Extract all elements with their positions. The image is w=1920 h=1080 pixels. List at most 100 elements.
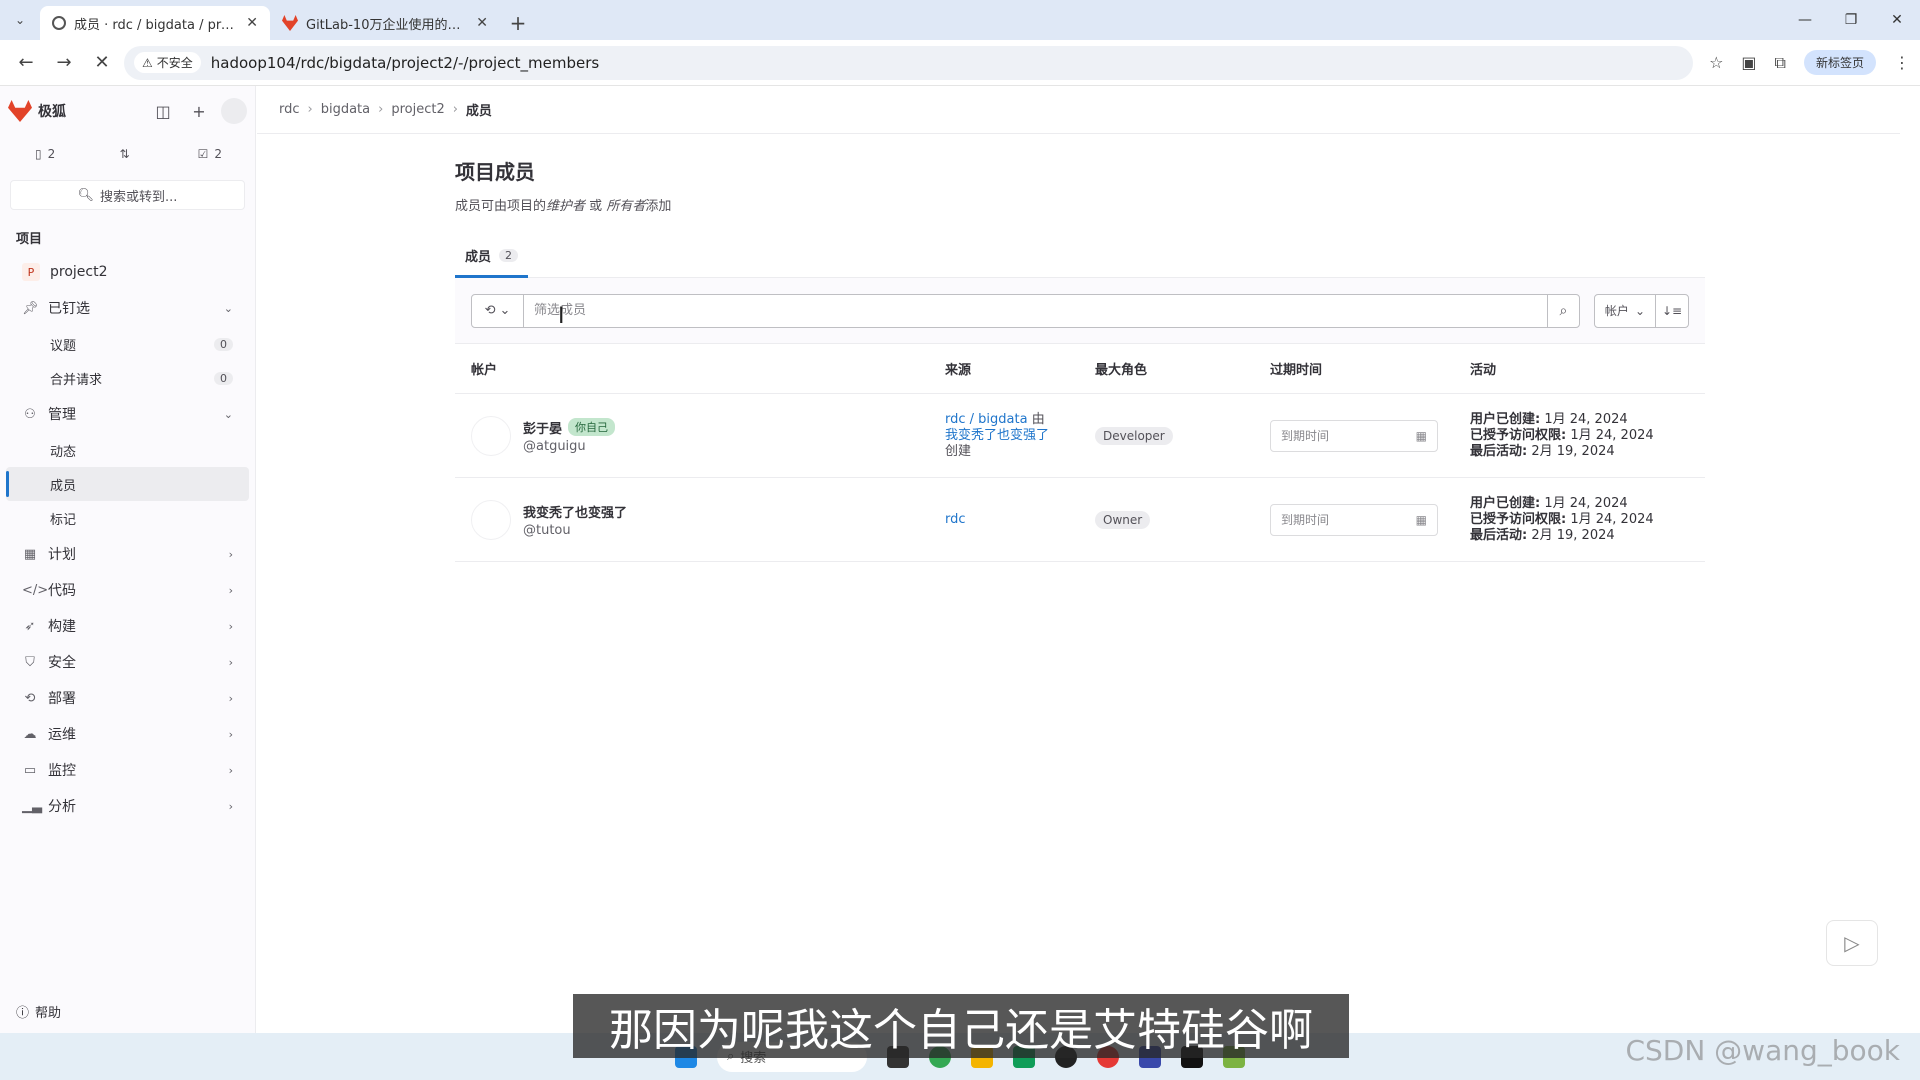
url-text: hadoop104/rdc/bigdata/project2/-/project… bbox=[210, 53, 600, 72]
close-tab-icon[interactable]: ✕ bbox=[476, 15, 488, 31]
gitlab-favicon-icon bbox=[282, 15, 298, 31]
source-group-link[interactable]: rdc bbox=[945, 512, 1095, 528]
new-tab-button[interactable]: + bbox=[500, 6, 536, 40]
members-page: 项目成员 成员可由项目的维护者 或 所有者添加 成员 2 ⟲ ⌄ ⌕ bbox=[455, 156, 1705, 562]
source-group-link[interactable]: rdc / bigdata bbox=[945, 412, 1028, 427]
sidebar-item-manage[interactable]: ⚇ 管理 ⌄ bbox=[6, 397, 249, 431]
help-button[interactable]: ⓘ 帮助 bbox=[16, 1002, 61, 1021]
loading-icon bbox=[52, 16, 66, 30]
table-row: 彭于晏 你自己 @atguigu rdc / bigdata 由 我变秃了也变强… bbox=[455, 394, 1705, 478]
sort-field-dropdown[interactable]: 帐户 ⌄ bbox=[1595, 294, 1656, 327]
close-tab-icon[interactable]: ✕ bbox=[246, 15, 258, 31]
collapse-sidebar-icon[interactable]: ◫ bbox=[149, 97, 177, 125]
forward-icon[interactable]: → bbox=[48, 47, 80, 79]
sidebar-item-pinned[interactable]: 📌︎ 已钉选 ⌄ bbox=[6, 291, 249, 325]
insecure-badge[interactable]: ⚠ 不安全 bbox=[134, 52, 201, 73]
count-badge: 0 bbox=[214, 337, 233, 351]
role-badge: Owner bbox=[1095, 510, 1151, 529]
pin-icon: 📌︎ bbox=[22, 300, 39, 316]
cloud-icon: ☁ bbox=[23, 726, 37, 742]
video-subtitle: 那因为呢我这个自己还是艾特硅谷啊 bbox=[573, 994, 1349, 1058]
filter-bar: ⟲ ⌄ ⌕ 帐户 ⌄ ↓≡ bbox=[455, 278, 1705, 344]
browser-menu-icon[interactable]: ⋮ bbox=[1894, 53, 1910, 72]
column-header-account: 帐户 bbox=[471, 363, 498, 378]
profile-button[interactable]: 新标签页 bbox=[1803, 50, 1876, 75]
column-header-max-role: 最大角色 bbox=[1095, 363, 1148, 378]
tab-list-dropdown[interactable]: ⌄ bbox=[0, 0, 40, 40]
breadcrumb-item-bigdata[interactable]: bigdata bbox=[321, 102, 370, 117]
member-activity: 用户已创建: 1月 24, 2024 已授予访问权限: 1月 24, 2024 … bbox=[1470, 495, 1654, 543]
sort-direction-button[interactable]: ↓≡ bbox=[1656, 295, 1688, 327]
user-avatar[interactable] bbox=[221, 98, 247, 124]
chevron-down-icon: ⌄ bbox=[223, 407, 233, 421]
breadcrumb: rdc › bigdata › project2 › 成员 bbox=[257, 86, 1900, 134]
page-subtitle: 成员可由项目的维护者 或 所有者添加 bbox=[455, 199, 672, 214]
url-field[interactable]: ⚠ 不安全 hadoop104/rdc/bigdata/project2/-/pr… bbox=[124, 45, 1694, 80]
expiration-date-input[interactable]: 到期时间 ▦ bbox=[1270, 419, 1438, 452]
breadcrumb-separator-icon: › bbox=[307, 102, 313, 117]
sidepanel-icon[interactable]: ▣ bbox=[1741, 53, 1756, 72]
tab-members[interactable]: 成员 2 bbox=[455, 236, 529, 278]
members-table-header: 帐户 来源 最大角色 过期时间 活动 bbox=[455, 344, 1705, 394]
sidebar-item-issues[interactable]: 议题 0 bbox=[6, 327, 249, 361]
breadcrumb-item-rdc[interactable]: rdc bbox=[279, 102, 300, 117]
member-name[interactable]: 我变秃了也变强了 bbox=[523, 502, 627, 521]
chevron-right-icon: › bbox=[228, 691, 233, 705]
sidebar-item-deploy[interactable]: ⟲ 部署 › bbox=[6, 681, 249, 715]
create-new-icon[interactable]: + bbox=[185, 97, 213, 125]
tab-title: 成员 · rdc / bigdata / project bbox=[74, 17, 239, 33]
sidebar-project-link[interactable]: P project2 bbox=[6, 255, 249, 289]
extensions-icon[interactable]: ⧉ bbox=[1775, 53, 1786, 73]
sidebar-item-labels[interactable]: 标记 bbox=[6, 501, 249, 535]
minimize-icon[interactable]: — bbox=[1782, 0, 1828, 40]
sidebar-item-merge-requests[interactable]: 合并请求 0 bbox=[6, 361, 249, 395]
fox-logo-icon bbox=[8, 100, 32, 122]
member-avatar[interactable] bbox=[471, 499, 511, 540]
chevron-down-icon: ⌄ bbox=[1634, 303, 1645, 318]
sidebar-item-security[interactable]: ⛉ 安全 › bbox=[6, 645, 249, 679]
breadcrumb-item-members[interactable]: 成员 bbox=[466, 100, 492, 119]
issues-icon: ▯ bbox=[35, 147, 42, 161]
source-inviter-link[interactable]: 我变秃了也变强了 bbox=[945, 428, 1095, 444]
search-history-button[interactable]: ⟲ ⌄ bbox=[472, 294, 524, 327]
sidebar-item-code[interactable]: </> 代码 › bbox=[6, 573, 249, 607]
sidebar-item-build[interactable]: ➶ 构建 › bbox=[6, 609, 249, 643]
sidebar-search-button[interactable]: 🔍︎ 搜索或转到... bbox=[10, 180, 245, 210]
search-button[interactable]: ⌕ bbox=[1546, 294, 1579, 327]
filter-members-input[interactable] bbox=[524, 294, 1547, 327]
merge-requests-counter[interactable]: ⇅ bbox=[90, 139, 164, 169]
sidebar-item-members[interactable]: 成员 bbox=[6, 467, 249, 501]
shield-icon: ⛉ bbox=[25, 654, 35, 670]
expiration-date-input[interactable]: 到期时间 ▦ bbox=[1270, 503, 1438, 536]
sidebar-item-activity[interactable]: 动态 bbox=[6, 433, 249, 467]
sidebar-item-analyze[interactable]: ▁▃ 分析 › bbox=[6, 789, 249, 823]
breadcrumb-separator-icon: › bbox=[378, 102, 384, 117]
role-badge: Developer bbox=[1095, 426, 1173, 445]
close-window-icon[interactable]: ✕ bbox=[1874, 0, 1920, 40]
browser-tab[interactable]: GitLab-10万企业使用的一站式 ✕ bbox=[270, 6, 500, 40]
chevron-right-icon: › bbox=[228, 583, 233, 597]
sidebar-item-operate[interactable]: ☁ 运维 › bbox=[6, 717, 249, 751]
column-header-expiration: 过期时间 bbox=[1270, 363, 1323, 378]
breadcrumb-item-project2[interactable]: project2 bbox=[391, 102, 444, 117]
deployments-icon: ⟲ bbox=[24, 690, 36, 706]
bookmark-star-icon[interactable]: ☆ bbox=[1709, 53, 1723, 72]
tab-title: GitLab-10万企业使用的一站式 bbox=[306, 17, 468, 33]
browser-tab-active[interactable]: 成员 · rdc / bigdata / project ✕ bbox=[40, 6, 270, 40]
back-icon[interactable]: ← bbox=[10, 47, 42, 79]
sidebar-item-plan[interactable]: ▦ 计划 › bbox=[6, 537, 249, 571]
stop-loading-icon[interactable]: ✕ bbox=[86, 47, 118, 79]
member-username: @atguigu bbox=[523, 438, 586, 454]
restore-icon[interactable]: ❐ bbox=[1828, 0, 1874, 40]
member-name[interactable]: 彭于晏 bbox=[523, 418, 562, 437]
todos-counter[interactable]: ☑ 2 bbox=[173, 139, 247, 169]
member-avatar[interactable] bbox=[471, 415, 511, 456]
history-icon: ⟲ bbox=[484, 303, 496, 318]
chevron-right-icon: › bbox=[228, 619, 233, 633]
members-count-badge: 2 bbox=[499, 249, 519, 262]
brand-logo[interactable]: 极狐 bbox=[8, 100, 141, 122]
issues-counter[interactable]: ▯ 2 bbox=[8, 139, 82, 169]
sidebar-item-monitor[interactable]: ▭ 监控 › bbox=[6, 753, 249, 787]
main-content: rdc › bigdata › project2 › 成员 项目成员 成员可由项… bbox=[257, 86, 1900, 1033]
play-icon[interactable]: ▷ bbox=[1826, 920, 1878, 966]
